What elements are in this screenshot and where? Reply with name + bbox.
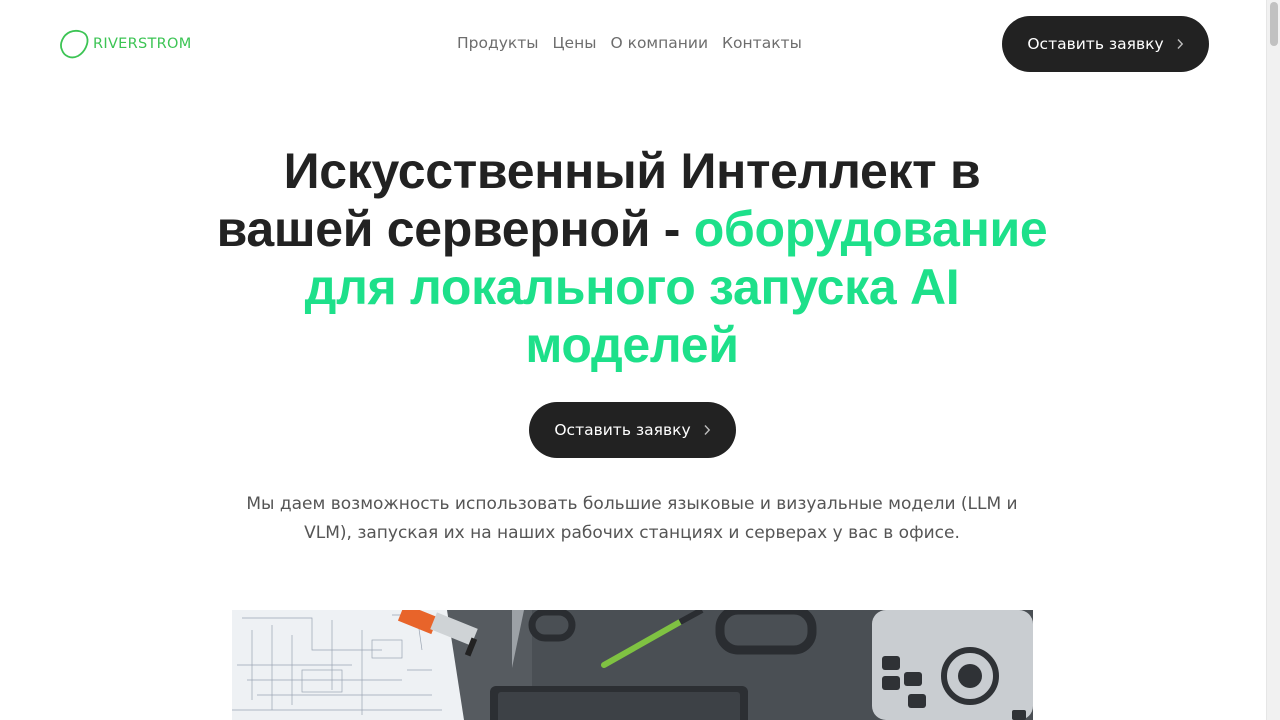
nav-item-about[interactable]: О компании bbox=[610, 33, 708, 53]
hero-photo bbox=[232, 610, 1033, 720]
site-header: RIVERSTROM Продукты Цены О компании Конт… bbox=[0, 0, 1266, 88]
chevron-right-icon bbox=[704, 425, 710, 435]
hero-request-label: Оставить заявку bbox=[554, 421, 691, 439]
logo-link[interactable]: RIVERSTROM bbox=[56, 28, 192, 60]
main-nav: Продукты Цены О компании Контакты bbox=[457, 33, 816, 53]
logo-text: RIVERSTROM bbox=[93, 36, 192, 52]
header-request-label: Оставить заявку bbox=[1027, 35, 1164, 53]
scrollbar-thumb[interactable] bbox=[1270, 2, 1278, 46]
logo-icon bbox=[60, 29, 89, 59]
nav-item-products[interactable]: Продукты bbox=[457, 33, 539, 53]
hero-title: Искусственный Интеллект в вашей серверно… bbox=[200, 142, 1064, 374]
header-request-button[interactable]: Оставить заявку bbox=[1002, 16, 1209, 72]
nav-item-contacts[interactable]: Контакты bbox=[722, 33, 802, 53]
hero-subtitle: Мы даем возможность использовать большие… bbox=[246, 494, 1018, 543]
hero-request-button[interactable]: Оставить заявку bbox=[529, 402, 736, 458]
page: RIVERSTROM Продукты Цены О компании Конт… bbox=[0, 0, 1266, 720]
nav-item-prices[interactable]: Цены bbox=[553, 33, 597, 53]
page-scrollbar[interactable] bbox=[1266, 0, 1280, 720]
workspace-photo-illustration bbox=[232, 610, 1033, 720]
chevron-right-icon bbox=[1177, 39, 1183, 49]
